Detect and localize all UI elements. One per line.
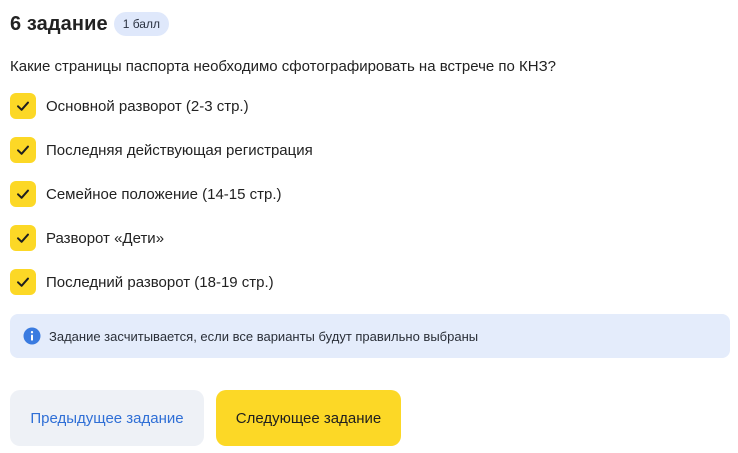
- info-icon: [23, 327, 41, 345]
- option-label: Последний разворот (18-19 стр.): [46, 273, 274, 291]
- task-header: 6 задание 1 балл: [10, 10, 169, 38]
- checkbox-checked[interactable]: [10, 225, 36, 251]
- option-label: Основной разворот (2-3 стр.): [46, 97, 249, 115]
- option-label: Разворот «Дети»: [46, 229, 165, 247]
- info-notice: Задание засчитывается, если все варианты…: [10, 314, 730, 358]
- answer-options: Основной разворот (2-3 стр.) Последняя д…: [10, 93, 313, 313]
- checkmark-icon: [17, 277, 29, 287]
- checkbox-checked[interactable]: [10, 137, 36, 163]
- next-task-button[interactable]: Следующее задание: [216, 390, 401, 446]
- checkmark-icon: [17, 101, 29, 111]
- points-badge: 1 балл: [113, 12, 169, 36]
- info-text: Задание засчитывается, если все варианты…: [49, 328, 479, 344]
- option-item[interactable]: Основной разворот (2-3 стр.): [10, 93, 313, 119]
- previous-task-button[interactable]: Предыдущее задание: [10, 390, 204, 446]
- option-item[interactable]: Последняя действующая регистрация: [10, 137, 313, 163]
- option-item[interactable]: Семейное положение (14-15 стр.): [10, 181, 313, 207]
- checkmark-icon: [17, 233, 29, 243]
- checkbox-checked[interactable]: [10, 93, 36, 119]
- option-item[interactable]: Последний разворот (18-19 стр.): [10, 269, 313, 295]
- task-title: 6 задание: [10, 12, 108, 35]
- option-item[interactable]: Разворот «Дети»: [10, 225, 313, 251]
- checkbox-checked[interactable]: [10, 269, 36, 295]
- option-label: Последняя действующая регистрация: [46, 141, 313, 159]
- option-label: Семейное положение (14-15 стр.): [46, 185, 282, 203]
- question-text: Какие страницы паспорта необходимо сфото…: [10, 58, 557, 75]
- checkmark-icon: [17, 145, 29, 155]
- checkmark-icon: [17, 189, 29, 199]
- checkbox-checked[interactable]: [10, 181, 36, 207]
